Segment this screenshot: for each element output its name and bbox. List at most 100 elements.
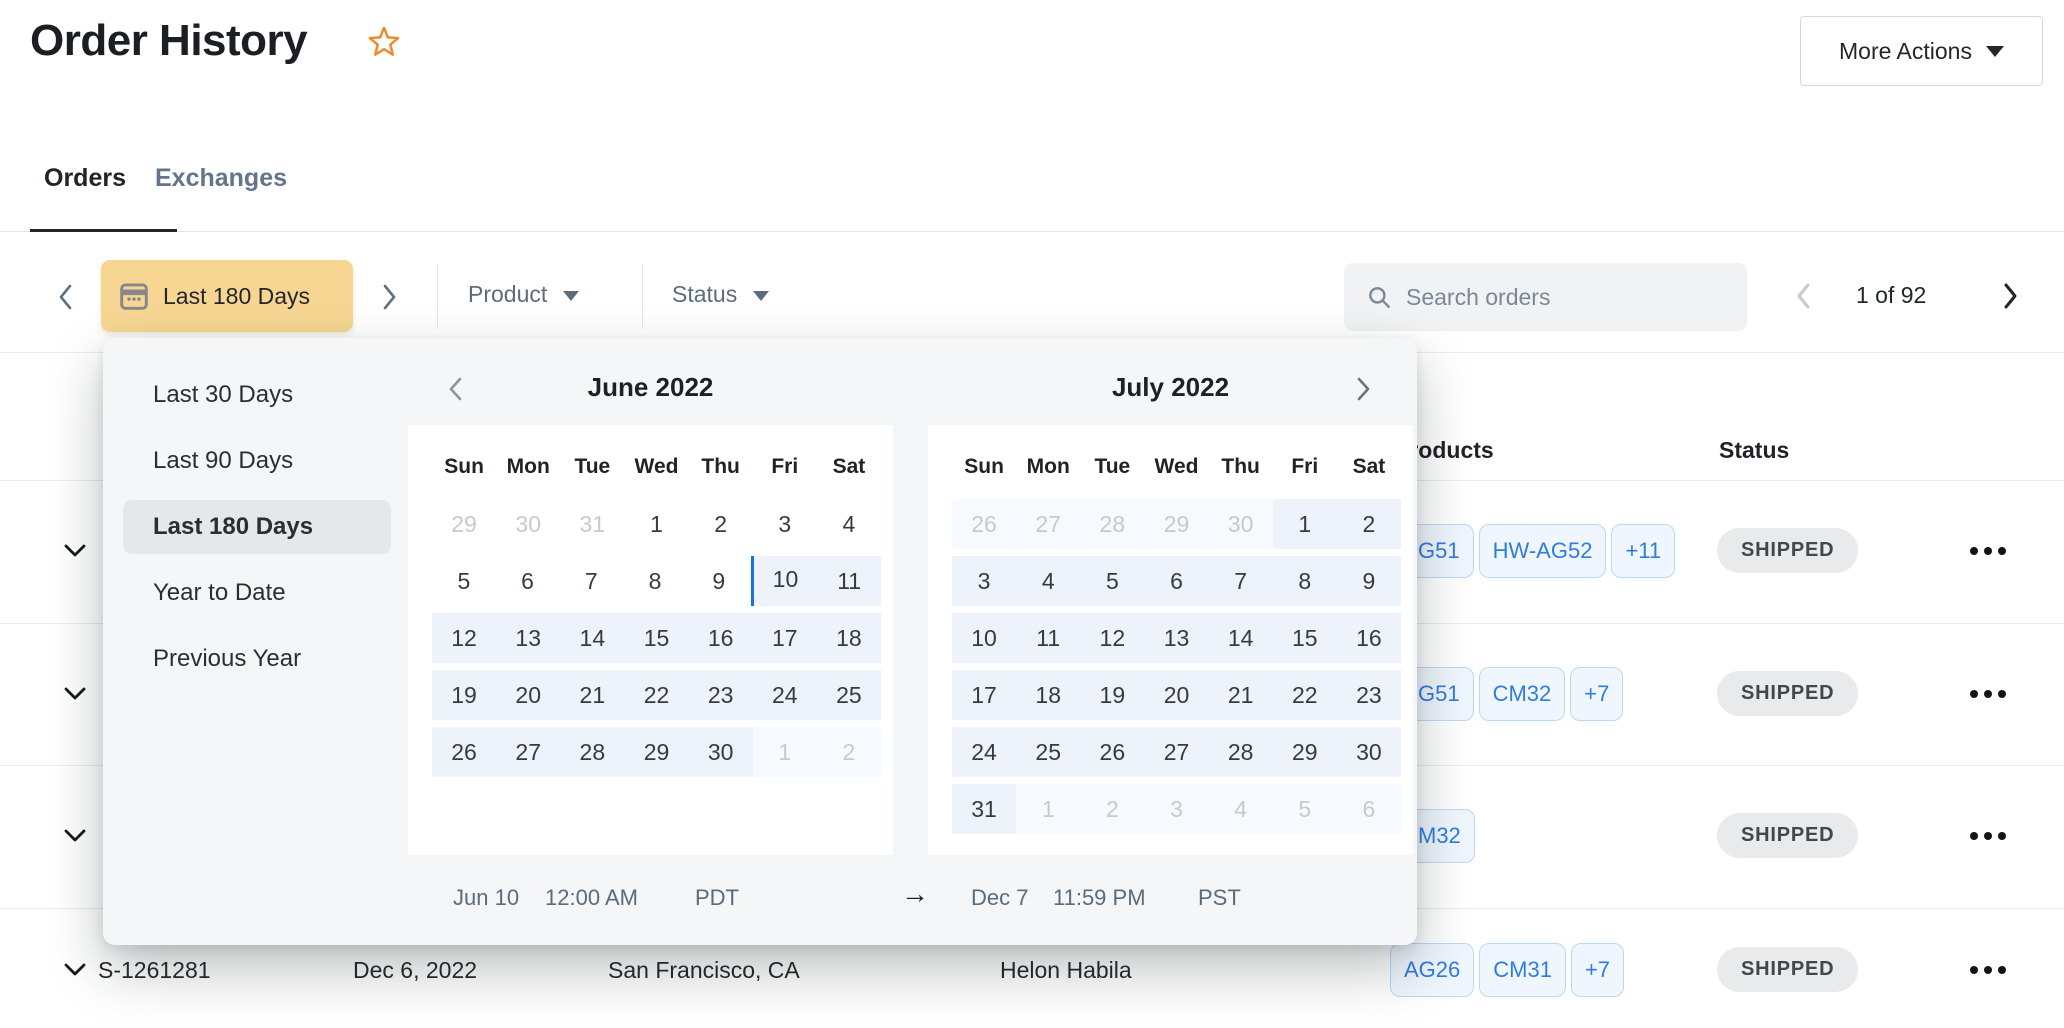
day-cell[interactable]: 31 — [560, 499, 624, 549]
preset-last-180-days[interactable]: Last 180 Days — [123, 500, 391, 554]
day-cell[interactable]: 2 — [689, 499, 753, 549]
day-cell[interactable]: 26 — [952, 499, 1016, 549]
day-cell[interactable]: 24 — [952, 727, 1016, 777]
day-cell[interactable]: 22 — [624, 670, 688, 720]
day-cell[interactable]: 16 — [1337, 613, 1401, 663]
pagination-next-chevron[interactable] — [1999, 279, 2021, 313]
day-cell[interactable]: 1 — [1273, 499, 1337, 549]
row-actions-menu[interactable] — [1970, 832, 2006, 840]
start-time-value[interactable]: 12:00 AM — [545, 885, 638, 911]
day-cell[interactable]: 11 — [1016, 613, 1080, 663]
day-cell[interactable]: 13 — [496, 613, 560, 663]
day-cell[interactable]: 9 — [1337, 556, 1401, 606]
day-cell[interactable]: 29 — [1144, 499, 1208, 549]
day-cell[interactable]: 27 — [1016, 499, 1080, 549]
day-cell[interactable]: 7 — [1209, 556, 1273, 606]
day-cell[interactable]: 20 — [496, 670, 560, 720]
day-cell[interactable]: 31 — [952, 784, 1016, 834]
product-filter-dropdown[interactable]: Product — [468, 281, 579, 308]
day-cell[interactable]: 19 — [1080, 670, 1144, 720]
day-cell[interactable]: 2 — [817, 727, 881, 777]
day-cell[interactable]: 16 — [689, 613, 753, 663]
tab-orders[interactable]: Orders — [44, 164, 126, 193]
day-cell[interactable]: 28 — [1209, 727, 1273, 777]
day-cell[interactable]: 1 — [1016, 784, 1080, 834]
calendar-next-month-icon[interactable] — [1350, 374, 1376, 404]
day-cell[interactable]: 29 — [432, 499, 496, 549]
status-filter-dropdown[interactable]: Status — [672, 281, 769, 308]
end-timezone-value[interactable]: PST — [1198, 885, 1241, 911]
day-cell[interactable]: 5 — [1273, 784, 1337, 834]
day-cell[interactable]: 23 — [1337, 670, 1401, 720]
day-cell[interactable]: 14 — [1209, 613, 1273, 663]
day-cell[interactable]: 30 — [1209, 499, 1273, 549]
day-cell[interactable]: 15 — [624, 613, 688, 663]
product-badge[interactable]: CM32 — [1479, 667, 1566, 721]
date-next-chevron[interactable] — [378, 280, 400, 314]
product-badge[interactable]: +7 — [1570, 667, 1623, 721]
preset-last-30-days[interactable]: Last 30 Days — [123, 368, 391, 422]
day-cell[interactable]: 13 — [1144, 613, 1208, 663]
row-expand-chevron[interactable] — [62, 828, 88, 844]
day-cell[interactable]: 26 — [1080, 727, 1144, 777]
more-actions-button[interactable]: More Actions — [1800, 16, 2043, 86]
tab-exchanges[interactable]: Exchanges — [155, 164, 287, 193]
calendar-prev-month-icon[interactable] — [443, 374, 469, 404]
row-expand-chevron[interactable] — [62, 962, 88, 978]
end-time-value[interactable]: 11:59 PM — [1053, 885, 1146, 911]
end-date-value[interactable]: Dec 7 — [971, 885, 1028, 911]
product-badge[interactable]: +7 — [1571, 943, 1624, 997]
day-cell[interactable]: 4 — [817, 499, 881, 549]
day-cell[interactable]: 12 — [1080, 613, 1144, 663]
day-cell[interactable]: 30 — [496, 499, 560, 549]
day-cell[interactable]: 8 — [623, 556, 687, 606]
preset-previous-year[interactable]: Previous Year — [123, 632, 391, 686]
day-cell[interactable]: 7 — [559, 556, 623, 606]
day-cell[interactable]: 11 — [817, 556, 881, 606]
day-cell[interactable]: 10 — [751, 556, 818, 606]
favorite-star-icon[interactable] — [366, 24, 402, 60]
day-cell[interactable]: 15 — [1273, 613, 1337, 663]
day-cell[interactable]: 1 — [753, 727, 817, 777]
day-cell[interactable]: 18 — [1016, 670, 1080, 720]
product-badge[interactable]: CM31 — [1479, 943, 1566, 997]
row-expand-chevron[interactable] — [62, 543, 88, 559]
day-cell[interactable]: 18 — [817, 613, 881, 663]
day-cell[interactable]: 25 — [817, 670, 881, 720]
day-cell[interactable]: 30 — [1337, 727, 1401, 777]
day-cell[interactable]: 26 — [432, 727, 496, 777]
day-cell[interactable]: 5 — [432, 556, 496, 606]
day-cell[interactable]: 30 — [689, 727, 753, 777]
day-cell[interactable]: 27 — [1144, 727, 1208, 777]
day-cell[interactable]: 5 — [1080, 556, 1144, 606]
day-cell[interactable]: 3 — [952, 556, 1016, 606]
day-cell[interactable]: 6 — [496, 556, 560, 606]
row-actions-menu[interactable] — [1970, 966, 2006, 974]
date-range-filter-button[interactable]: Last 180 Days — [101, 260, 353, 332]
day-cell[interactable]: 1 — [624, 499, 688, 549]
day-cell[interactable]: 20 — [1144, 670, 1208, 720]
day-cell[interactable]: 24 — [753, 670, 817, 720]
day-cell[interactable]: 6 — [1144, 556, 1208, 606]
product-badge[interactable]: +11 — [1611, 524, 1675, 578]
day-cell[interactable]: 9 — [687, 556, 751, 606]
day-cell[interactable]: 12 — [432, 613, 496, 663]
date-prev-chevron[interactable] — [55, 280, 77, 314]
day-cell[interactable]: 14 — [560, 613, 624, 663]
day-cell[interactable]: 27 — [496, 727, 560, 777]
day-cell[interactable]: 2 — [1080, 784, 1144, 834]
day-cell[interactable]: 3 — [753, 499, 817, 549]
day-cell[interactable]: 28 — [560, 727, 624, 777]
day-cell[interactable]: 19 — [432, 670, 496, 720]
row-expand-chevron[interactable] — [62, 686, 88, 702]
day-cell[interactable]: 4 — [1016, 556, 1080, 606]
day-cell[interactable]: 28 — [1080, 499, 1144, 549]
product-badge[interactable]: HW-AG52 — [1479, 524, 1607, 578]
day-cell[interactable]: 21 — [1209, 670, 1273, 720]
preset-last-90-days[interactable]: Last 90 Days — [123, 434, 391, 488]
preset-year-to-date[interactable]: Year to Date — [123, 566, 391, 620]
product-badge[interactable]: AG26 — [1390, 943, 1474, 997]
day-cell[interactable]: 22 — [1273, 670, 1337, 720]
day-cell[interactable]: 21 — [560, 670, 624, 720]
day-cell[interactable]: 3 — [1144, 784, 1208, 834]
